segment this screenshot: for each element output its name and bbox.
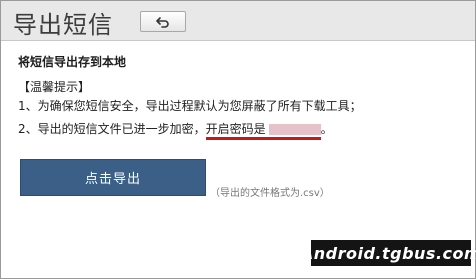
export-button[interactable]: 点击导出 [20,159,206,196]
page-title: 导出短信 [13,11,113,39]
tip-item: 1、为确保您短信安全，导出过程默认为您屏蔽了所有下载工具； [18,99,362,113]
watermark: Android.tgbus.com [301,240,476,266]
section-title: 将短信导出存到本地 [18,55,127,69]
tip2-suffix: 。 [320,122,333,136]
tip-item-password: 2、导出的短信文件已进一步加密，开启密码是 。 [18,120,333,140]
undo-arrow-icon [156,16,169,28]
back-button[interactable] [140,11,186,32]
header-bar: 导出短信 [1,1,475,41]
password-highlight: 开启密码是 [205,122,321,140]
format-note: （导出的文件格式为.csv） [210,188,330,199]
tips-heading: 【温馨提示】 [18,80,91,94]
watermark-text: Android.tgbus.com [300,243,476,263]
tip2-prefix: 2、导出的短信文件已进一步加密， [18,122,206,136]
redacted-password [268,124,321,135]
password-label: 开启密码是 [205,122,266,136]
